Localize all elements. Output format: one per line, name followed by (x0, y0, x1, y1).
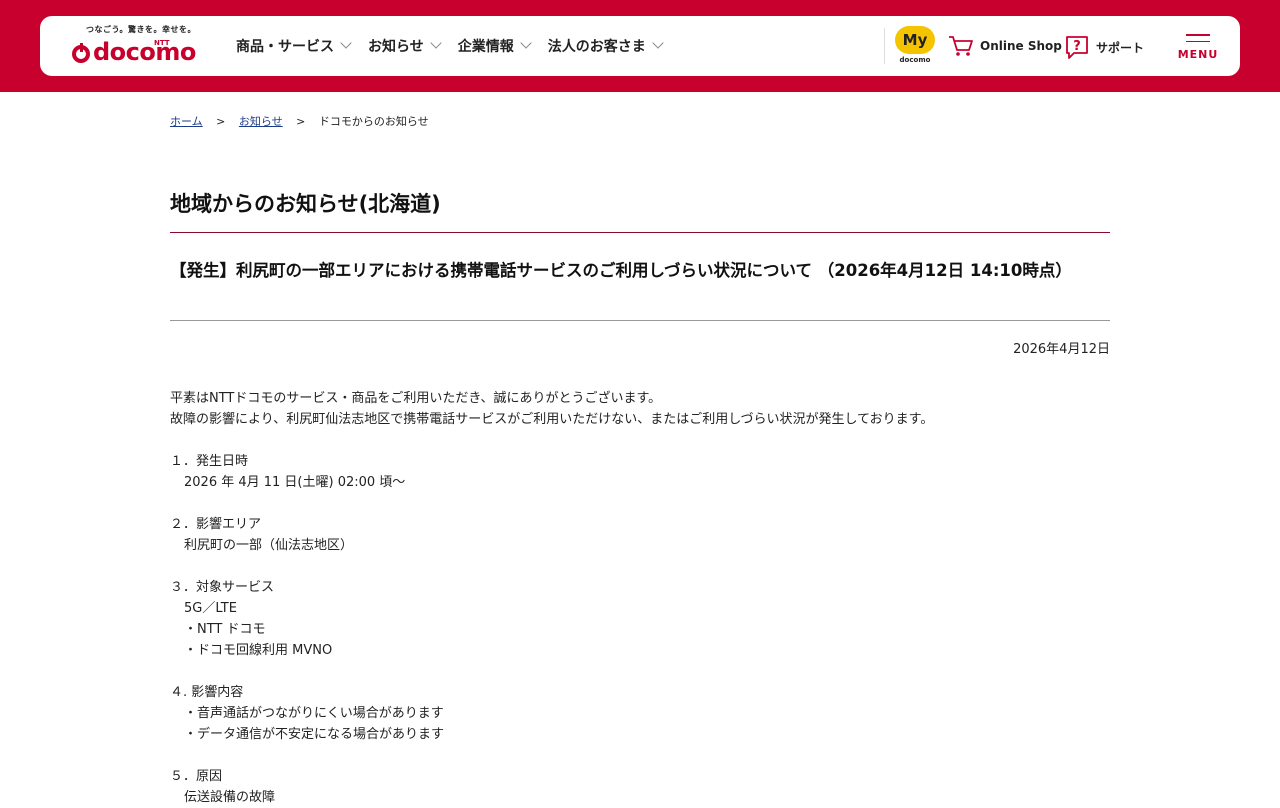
article-divider (170, 320, 1110, 321)
logo-wordmark: docomo (72, 38, 196, 66)
nav-products[interactable]: 商品・サービス (236, 36, 352, 56)
chevron-down-icon (652, 37, 664, 49)
header-divider (884, 28, 885, 64)
nav-corporate[interactable]: 企業情報 (458, 36, 532, 56)
hamburger-bar (1186, 40, 1210, 42)
cart-icon (949, 36, 973, 56)
logo-tagline: つなごう。驚きを。幸せを。 (86, 25, 197, 34)
section-line: ・ドコモ回線利用 MVNO (184, 643, 333, 658)
section-line: 5G／LTE (184, 601, 237, 616)
power-ring-icon (72, 43, 90, 63)
online-shop-label: Online Shop (980, 39, 1062, 53)
my-docomo-icon: My (895, 26, 935, 54)
menu-label: MENU (1177, 48, 1219, 61)
my-docomo-sub: docomo (899, 56, 931, 64)
breadcrumb-separator: > (296, 115, 306, 128)
intro-line: 平素はNTTドコモのサービス・商品をご利用いただき、誠にありがとうございます。 (170, 391, 662, 406)
chevron-down-icon (520, 37, 532, 49)
section-line: 伝送設備の故障 (184, 790, 276, 805)
article-body: 平素はNTTドコモのサービス・商品をご利用いただき、誠にありがとうございます。 … (170, 388, 1110, 808)
breadcrumb-current: ドコモからのお知らせ (318, 115, 429, 128)
section-line: ・NTT ドコモ (184, 622, 266, 637)
section-heading: ４. 影響内容 (170, 685, 244, 700)
nav-news[interactable]: お知らせ (368, 36, 442, 56)
section-heading: ２．影響エリア (170, 517, 262, 532)
svg-text:?: ? (1073, 39, 1081, 54)
support-link[interactable]: ? サポート (1064, 34, 1144, 60)
breadcrumb-home[interactable]: ホーム (170, 115, 203, 128)
section-line: ・音声通話がつながりにくい場合があります (184, 706, 444, 721)
global-header: つなごう。驚きを。幸せを。 NTT docomo 商品・サービス お知らせ 企業… (40, 16, 1240, 76)
breadcrumb-separator: > (216, 115, 226, 128)
docomo-logo[interactable]: つなごう。驚きを。幸せを。 NTT docomo (72, 24, 202, 70)
nav-business[interactable]: 法人のお客さま (548, 36, 664, 56)
help-icon: ? (1066, 36, 1088, 59)
section-heading: ５．原因 (170, 769, 223, 784)
section-line: 利尻町の一部（仙法志地区） (184, 538, 354, 553)
publish-date: 2026年4月12日 (1013, 342, 1110, 357)
intro-line: 故障の影響により、利尻町仙法志地区で携帯電話サービスがご利用いただけない、または… (170, 412, 934, 427)
article-title: 【発生】利尻町の一部エリアにおける携帯電話サービスのご利用しづらい状況について … (170, 261, 1072, 280)
section-line: ・データ通信が不安定になる場合があります (184, 727, 445, 742)
breadcrumb-news[interactable]: お知らせ (239, 115, 283, 128)
chevron-down-icon (430, 37, 442, 49)
global-nav: 商品・サービス お知らせ 企業情報 法人のお客さま (236, 16, 680, 76)
page-title: 地域からのお知らせ(北海道) (170, 192, 441, 216)
online-shop-link[interactable]: Online Shop (948, 34, 1062, 58)
menu-button[interactable]: MENU (1176, 34, 1220, 64)
my-docomo-button[interactable]: My docomo (895, 26, 935, 70)
section-heading: ３．対象サービス (170, 580, 275, 595)
support-label: サポート (1096, 40, 1145, 55)
hamburger-icon (1186, 34, 1210, 36)
chevron-down-icon (340, 37, 352, 49)
title-divider (170, 232, 1110, 233)
breadcrumb: ホーム > お知らせ > ドコモからのお知らせ (170, 113, 429, 129)
section-heading: １．発生日時 (170, 454, 249, 469)
section-line: 2026 年 4月 11 日(土曜) 02:00 頃～ (184, 475, 406, 490)
